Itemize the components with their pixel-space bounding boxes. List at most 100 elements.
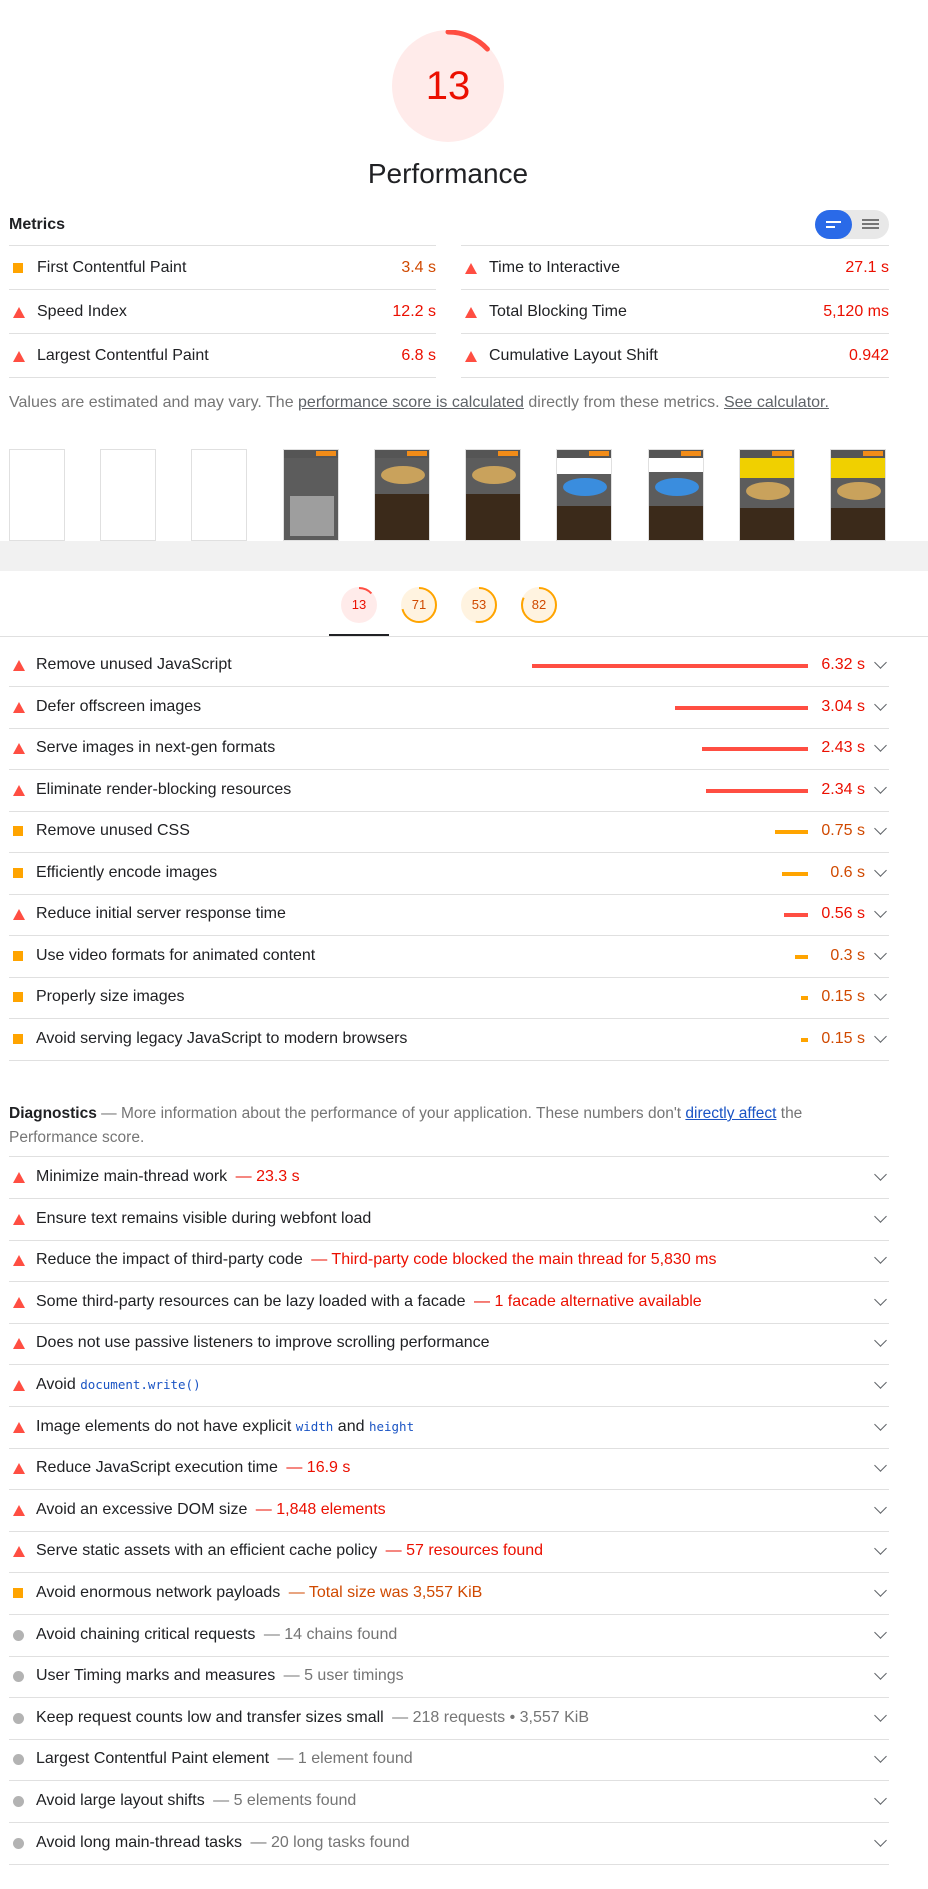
- savings-bar: [801, 996, 808, 1000]
- tabs-divider: [0, 636, 928, 637]
- filmstrip-frame: [9, 449, 65, 541]
- chevron-down-icon[interactable]: [874, 822, 887, 835]
- chevron-down-icon[interactable]: [874, 1292, 887, 1306]
- chevron-down-icon[interactable]: [874, 1168, 887, 1181]
- chevron-down-icon[interactable]: [874, 1708, 887, 1722]
- diagnostic-detail: — 16.9 s: [281, 1459, 351, 1477]
- metrics-divider: [9, 377, 436, 378]
- info-circle-icon: [13, 1796, 24, 1807]
- chevron-down-icon[interactable]: [874, 863, 887, 877]
- diagnostic-label: Avoid enormous network payloads — Total …: [36, 1584, 482, 1602]
- chevron-down-icon[interactable]: [874, 1500, 887, 1514]
- performance-score-value: 13: [425, 64, 471, 108]
- fail-triangle-icon: [13, 1255, 25, 1267]
- chevron-down-icon[interactable]: [874, 1376, 887, 1389]
- fail-triangle-icon: [465, 307, 477, 318]
- metric-label: Cumulative Layout Shift: [489, 347, 658, 364]
- diagnostic-title: Avoid chaining critical requests: [36, 1625, 256, 1643]
- filmstrip-frame: [830, 449, 886, 541]
- average-square-icon: [13, 867, 23, 878]
- metrics-note: Values are estimated and may vary. The p…: [9, 394, 829, 412]
- savings-bar: [781, 871, 808, 876]
- diagnostic-row[interactable]: Image elements do not have explicit widt…: [9, 1407, 889, 1449]
- chevron-down-icon[interactable]: [874, 1209, 887, 1223]
- chevron-down-icon[interactable]: [874, 656, 887, 669]
- metrics-view-toggle[interactable]: [815, 210, 889, 239]
- see-calculator-link[interactable]: See calculator.: [724, 394, 829, 411]
- diagnostic-row[interactable]: Reduce the impact of third-party code — …: [9, 1240, 889, 1283]
- savings-value: 6.32 s: [821, 656, 865, 673]
- opportunity-row[interactable]: Use video formats for animated content 0.…: [9, 936, 889, 978]
- diagnostic-row[interactable]: Reduce JavaScript execution time — 16.9 …: [9, 1448, 889, 1491]
- category-tab-3[interactable]: 53: [461, 587, 497, 623]
- chevron-down-icon[interactable]: [874, 697, 887, 711]
- chevron-down-icon[interactable]: [874, 1625, 887, 1639]
- info-circle-icon: [13, 1754, 24, 1766]
- average-square-icon: [13, 950, 23, 961]
- diagnostic-row[interactable]: Does not use passive listeners to improv…: [9, 1323, 889, 1366]
- diagnostic-row[interactable]: Avoid large layout shifts — 5 elements f…: [9, 1781, 889, 1823]
- savings-bar: [794, 954, 808, 959]
- savings-bar: [801, 1037, 808, 1042]
- opportunity-row[interactable]: Remove unused CSS 0.75 s: [9, 811, 889, 853]
- fail-triangle-icon: [13, 1338, 25, 1350]
- chevron-down-icon[interactable]: [874, 988, 887, 1001]
- score-calculated-link[interactable]: performance score is calculated: [298, 394, 524, 411]
- opportunity-row[interactable]: Reduce initial server response time 0.56 …: [9, 894, 889, 936]
- diagnostic-row[interactable]: Some third-party resources can be lazy l…: [9, 1282, 889, 1324]
- diagnostic-row[interactable]: Ensure text remains visible during webfo…: [9, 1199, 889, 1241]
- category-tab-1[interactable]: 13: [341, 587, 377, 623]
- diagnostic-row[interactable]: Avoid chaining critical requests — 14 ch…: [9, 1615, 889, 1657]
- category-tab-4[interactable]: 82: [521, 587, 557, 623]
- savings-bar: [775, 830, 808, 834]
- chevron-down-icon[interactable]: [874, 1833, 887, 1847]
- chevron-down-icon[interactable]: [874, 780, 887, 794]
- chevron-down-icon[interactable]: [874, 1750, 887, 1764]
- diagnostic-row[interactable]: Largest Contentful Paint element — 1 ele…: [9, 1739, 889, 1782]
- category-tab-2[interactable]: 71: [401, 587, 437, 623]
- diagnostics-title: Diagnostics: [9, 1105, 97, 1122]
- performance-score-gauge[interactable]: 13: [391, 29, 505, 143]
- opportunity-row[interactable]: Serve images in next-gen formats 2.43 s: [9, 728, 889, 770]
- metric-value: 27.1 s: [845, 259, 889, 276]
- diagnostic-row[interactable]: Serve static assets with an efficient ca…: [9, 1531, 889, 1574]
- diagnostic-row[interactable]: Keep request counts low and transfer siz…: [9, 1698, 889, 1740]
- chevron-down-icon[interactable]: [874, 1584, 887, 1597]
- chevron-down-icon[interactable]: [874, 1542, 887, 1556]
- diagnostic-row[interactable]: Avoid long main-thread tasks — 20 long t…: [9, 1823, 889, 1865]
- opportunity-row[interactable]: Efficiently encode images 0.6 s: [9, 853, 889, 895]
- chevron-down-icon[interactable]: [874, 905, 887, 918]
- opportunity-row[interactable]: Remove unused JavaScript 6.32 s: [9, 645, 889, 687]
- compact-view-button[interactable]: [815, 210, 852, 239]
- chevron-down-icon[interactable]: [874, 946, 887, 960]
- compact-view-icon: [826, 221, 841, 228]
- diagnostic-row[interactable]: Avoid an excessive DOM size — 1,848 elem…: [9, 1490, 889, 1532]
- directly-affect-link[interactable]: directly affect: [685, 1105, 776, 1122]
- diagnostic-detail: — 57 resources found: [381, 1542, 544, 1560]
- opportunity-row[interactable]: Eliminate render-blocking resources 2.34 …: [9, 770, 889, 812]
- filmstrip-frame: [556, 449, 612, 541]
- chevron-down-icon[interactable]: [874, 1459, 887, 1473]
- opportunity-row[interactable]: Defer offscreen images 3.04 s: [9, 687, 889, 729]
- chevron-down-icon[interactable]: [874, 1029, 887, 1043]
- savings-bar: [783, 913, 808, 917]
- code-snippet: document.write(): [80, 1377, 201, 1392]
- diagnostic-row[interactable]: Avoid document.write(): [9, 1365, 889, 1407]
- diagnostic-label: Avoid document.write(): [36, 1376, 201, 1394]
- chevron-down-icon[interactable]: [874, 1334, 887, 1348]
- chevron-down-icon[interactable]: [874, 1251, 887, 1265]
- chevron-down-icon[interactable]: [874, 739, 887, 752]
- opportunity-row[interactable]: Properly size images 0.15 s: [9, 977, 889, 1019]
- chevron-down-icon[interactable]: [874, 1417, 887, 1431]
- chevron-down-icon[interactable]: [874, 1667, 887, 1681]
- metric-value: 12.2 s: [392, 303, 436, 320]
- chevron-down-icon[interactable]: [874, 1792, 887, 1805]
- diagnostic-detail: — 5 elements found: [208, 1792, 357, 1809]
- diagnostic-row[interactable]: Minimize main-thread work — 23.3 s: [9, 1157, 889, 1199]
- diagnostic-title: Ensure text remains visible during webfo…: [36, 1209, 372, 1227]
- diagnostic-row[interactable]: User Timing marks and measures — 5 user …: [9, 1656, 889, 1699]
- opportunity-row[interactable]: Avoid serving legacy JavaScript to moder…: [9, 1019, 889, 1061]
- metric-row: Cumulative Layout Shift 0.942: [461, 333, 889, 378]
- expanded-view-button[interactable]: [852, 210, 889, 239]
- diagnostic-row[interactable]: Avoid enormous network payloads — Total …: [9, 1573, 889, 1615]
